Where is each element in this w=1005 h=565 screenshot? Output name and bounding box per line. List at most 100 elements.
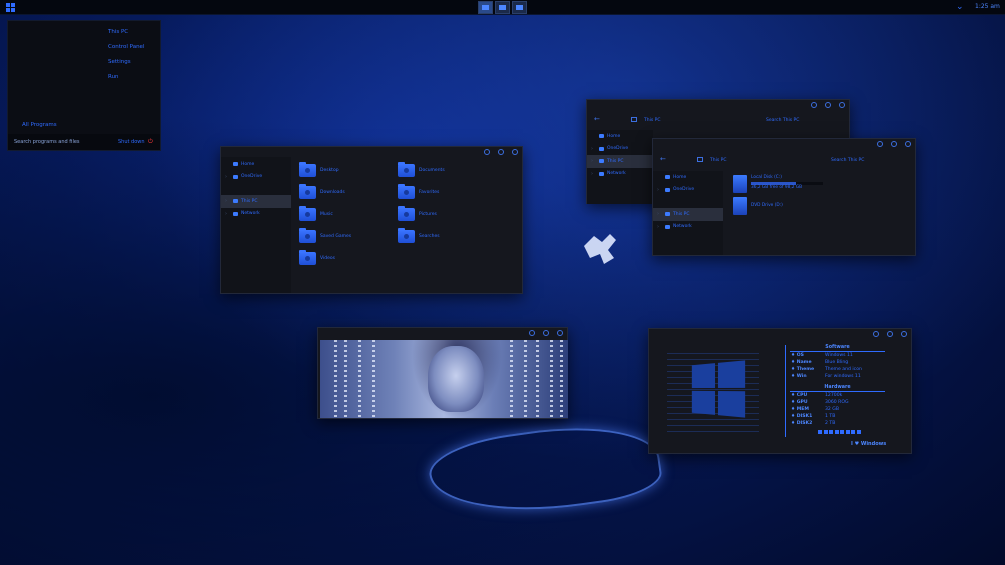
folder-documents[interactable]: Documents [398,162,445,177]
close-button[interactable] [839,102,845,108]
windows-logo-icon [691,360,746,418]
chevron-right-icon[interactable]: › [657,187,659,193]
progress-blocks [818,430,889,434]
chevron-right-icon[interactable]: › [225,211,227,217]
spec-row: ♦ CPU 12700k [791,393,843,398]
chevron-right-icon[interactable]: › [591,146,593,152]
chevron-right-icon[interactable]: › [657,224,659,230]
folder-saved-games[interactable]: Saved Games [299,228,351,243]
nav-item-home[interactable]: Home [221,158,291,171]
explorer-window-main: Home › OneDrive › This PC › Network Desktop… [220,146,523,294]
navigation-pane: Home › OneDrive › This PC › Network [653,171,723,255]
settings-taskbar-icon[interactable] [512,1,527,14]
minimize-button[interactable] [811,102,817,108]
minimize-button[interactable] [877,141,883,147]
address-bar[interactable]: This PC [644,118,660,123]
chevron-right-icon[interactable]: › [225,174,227,180]
home-icon [233,162,238,167]
maximize-button[interactable] [498,149,504,155]
dvd-drive-icon [733,197,747,215]
close-button[interactable] [901,331,907,337]
chevron-right-icon[interactable]: › [657,211,659,217]
window-taskbar-icon[interactable] [495,1,510,14]
spec-row: ♦ GPU 3060 ROG [791,400,849,405]
maximize-button[interactable] [825,102,831,108]
nav-item-home[interactable]: Home [653,171,723,184]
spec-row: ♦ Name Blue Bling [791,360,849,365]
spec-row: ♦ Theme Theme and icon [791,367,862,372]
spec-row: ♦ MEM 32 GB [791,407,840,412]
close-button[interactable] [905,141,911,147]
nav-item-onedrive[interactable]: › OneDrive [653,184,723,197]
drive-local-disk-c[interactable]: Local Disk (C:) 36,2 GB free of 98,2 GB [733,175,823,193]
system-specs-panel: Software ♦ OS Windows 11 ♦ Name Blue Bling… [785,345,889,437]
file-explorer-taskbar-icon[interactable] [478,1,493,14]
folder-icon [299,228,316,243]
minimize-button[interactable] [529,330,535,336]
network-icon [665,224,670,229]
folder-searches[interactable]: Searches [398,228,440,243]
nav-item-home[interactable]: Home [587,130,653,143]
folder-icon [299,184,316,199]
spec-row: ♦ OS Windows 11 [791,353,853,358]
taskbar: ⌄ 1:25 am [0,0,1005,15]
maximize-button[interactable] [543,330,549,336]
spec-row: ♦ DISK2 2 TB [791,421,836,426]
explorer-window-front: ← This PC Search This PC Home › OneDrive … [652,138,916,256]
nav-item-onedrive[interactable]: › OneDrive [587,143,653,156]
nav-item-this-pc[interactable]: › This PC [653,208,723,221]
image-viewer-window [317,327,568,419]
nav-item-onedrive[interactable]: › OneDrive [221,171,291,184]
folder-favorites[interactable]: Favorites [398,184,439,199]
close-button[interactable] [512,149,518,155]
chevron-right-icon[interactable]: › [225,198,227,204]
folder-desktop[interactable]: Desktop [299,162,339,177]
power-icon[interactable]: ⏻ [148,138,153,146]
start-button[interactable] [6,3,15,12]
drive-dvd-d[interactable]: DVD Drive (D:) [733,197,783,215]
folder-pictures[interactable]: Pictures [398,206,437,221]
folder-music[interactable]: Music [299,206,333,221]
window-controls [529,330,563,336]
computer-icon [233,199,238,204]
cloud-icon [599,146,604,151]
taskbar-clock[interactable]: 1:25 am [975,3,1000,10]
search-box[interactable]: Search This PC [766,118,799,123]
all-programs-link[interactable]: All Programs [22,122,57,128]
network-icon [599,171,604,176]
maximize-button[interactable] [887,331,893,337]
chevron-right-icon[interactable]: › [591,158,593,164]
network-icon [233,211,238,216]
nav-item-network[interactable]: › Network [221,208,291,221]
minimize-button[interactable] [484,149,490,155]
spec-row: ♦ Win For windows 11 [791,374,861,379]
minimize-button[interactable] [873,331,879,337]
nav-item-network[interactable]: › Network [653,221,723,234]
maximize-button[interactable] [891,141,897,147]
nav-item-this-pc[interactable]: › This PC [587,155,653,168]
nav-item-network[interactable]: › Network [587,168,653,181]
chevron-right-icon[interactable]: › [591,171,593,177]
nav-item-this-pc[interactable]: › This PC [221,195,291,208]
close-button[interactable] [557,330,563,336]
folder-icon [398,228,415,243]
start-link-this-pc[interactable]: This PC [108,29,144,44]
back-arrow-icon[interactable]: ← [594,115,600,123]
cloud-icon [665,187,670,192]
back-arrow-icon[interactable]: ← [660,155,666,163]
shutdown-button[interactable]: Shut down [118,139,145,145]
start-link-settings[interactable]: Settings [108,59,144,74]
neon-wall-logo [584,234,616,264]
chevron-down-icon[interactable]: ⌄ [956,2,964,12]
start-link-control-panel[interactable]: Control Panel [108,44,144,59]
start-link-run[interactable]: Run [108,74,144,89]
taskbar-apps [478,1,527,14]
search-box[interactable]: Search This PC [831,158,864,163]
address-bar[interactable]: This PC [710,158,726,163]
artwork-image [320,340,568,418]
start-search-input[interactable]: Search programs and files [14,139,80,145]
hardware-heading: Hardware [790,385,885,392]
folder-videos[interactable]: Videos [299,250,335,265]
folder-downloads[interactable]: Downloads [299,184,345,199]
hard-drive-icon [733,175,747,193]
